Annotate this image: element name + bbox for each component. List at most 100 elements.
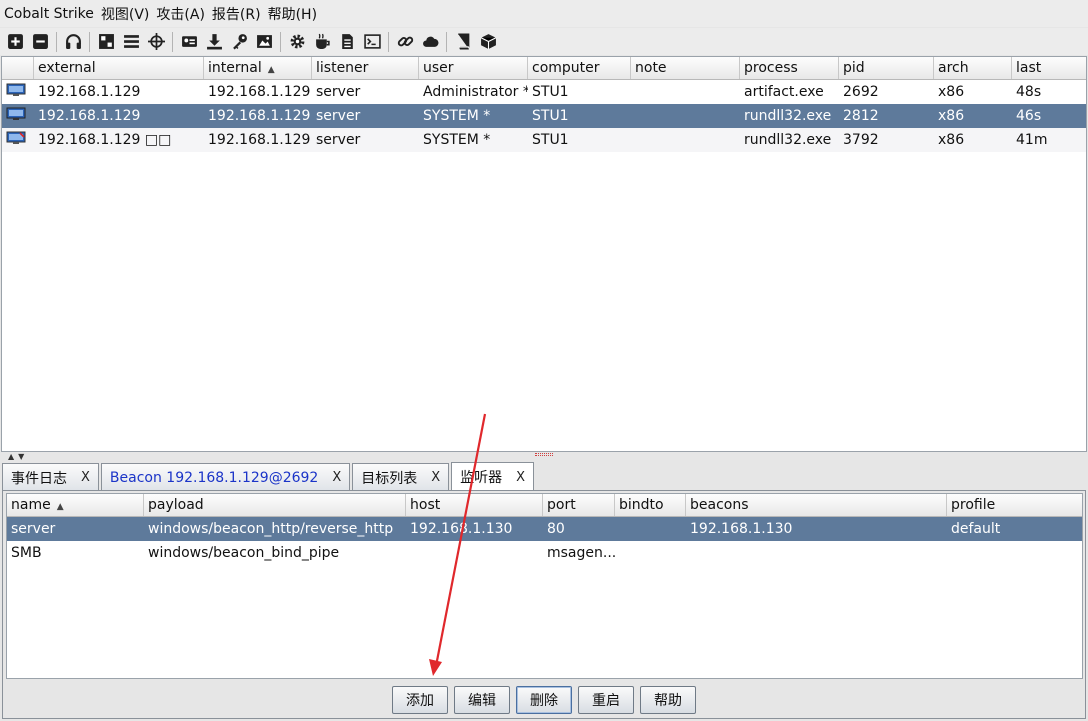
tab-label: Beacon 192.168.1.129@2692 bbox=[109, 469, 319, 486]
session-row[interactable]: 192.168.1.129 □□ 192.168.1.129 server SY… bbox=[2, 128, 1086, 152]
tab-event-log[interactable]: 事件日志 X bbox=[2, 463, 99, 491]
cell-port: 80 bbox=[547, 521, 565, 537]
document-icon[interactable] bbox=[336, 30, 358, 54]
cell-computer: STU1 bbox=[532, 108, 569, 124]
toolbar-separator bbox=[56, 31, 57, 52]
cell-user: SYSTEM * bbox=[423, 132, 491, 148]
edit-button[interactable]: 编辑 bbox=[454, 686, 510, 714]
cell-external: 192.168.1.129 □□ bbox=[38, 132, 172, 148]
tab-bar: 事件日志 X Beacon 192.168.1.129@2692 X 目标列表 … bbox=[2, 462, 536, 491]
remove-icon[interactable] bbox=[29, 30, 51, 54]
console-icon[interactable] bbox=[361, 30, 383, 54]
listeners-header: name ▲ payload host port bindto beacons p… bbox=[7, 494, 1082, 517]
credentials-icon[interactable] bbox=[178, 30, 200, 54]
toolbar-separator bbox=[172, 31, 173, 52]
column-header-profile[interactable]: profile bbox=[947, 494, 1082, 516]
sort-ascending-icon: ▲ bbox=[56, 502, 64, 512]
cell-last: 48s bbox=[1016, 84, 1042, 100]
listeners-panel: name ▲ payload host port bindto beacons p… bbox=[2, 490, 1086, 719]
beacon-monitor-icon bbox=[2, 83, 34, 101]
pivot-graph-icon[interactable] bbox=[95, 30, 117, 54]
tab-listeners[interactable]: 监听器 X bbox=[451, 462, 535, 491]
column-header-host[interactable]: host bbox=[406, 494, 543, 516]
book-icon[interactable] bbox=[452, 30, 474, 54]
session-row[interactable]: 192.168.1.129 192.168.1.129 server Admin… bbox=[2, 80, 1086, 104]
toolbar-separator bbox=[280, 31, 281, 52]
menu-report[interactable]: 报告(R) bbox=[212, 4, 261, 24]
session-list-icon[interactable] bbox=[120, 30, 142, 54]
column-header-process[interactable]: process bbox=[740, 57, 839, 79]
tab-close-button[interactable]: X bbox=[81, 470, 90, 485]
menu-attack[interactable]: 攻击(A) bbox=[156, 4, 205, 24]
menu-view[interactable]: 视图(V) bbox=[101, 4, 150, 24]
column-header-user[interactable]: user bbox=[419, 57, 528, 79]
column-header-note[interactable]: note bbox=[631, 57, 740, 79]
cloud-icon[interactable] bbox=[419, 30, 441, 54]
cell-port: msagen... bbox=[547, 545, 615, 561]
tab-label: 目标列表 bbox=[361, 470, 418, 487]
cell-arch: x86 bbox=[938, 84, 965, 100]
tab-label: 事件日志 bbox=[11, 470, 67, 487]
key-icon[interactable] bbox=[228, 30, 250, 54]
screenshot-icon[interactable] bbox=[253, 30, 275, 54]
column-header-computer[interactable]: computer bbox=[528, 57, 631, 79]
add-button[interactable]: 添加 bbox=[392, 686, 448, 714]
cell-arch: x86 bbox=[938, 108, 965, 124]
column-header-port[interactable]: port bbox=[543, 494, 615, 516]
link-icon[interactable] bbox=[394, 30, 416, 54]
cell-internal: 192.168.1.129 bbox=[208, 132, 311, 148]
cube-icon[interactable] bbox=[477, 30, 499, 54]
toolbar-separator bbox=[89, 31, 90, 52]
beacon-monitor-icon bbox=[2, 131, 34, 149]
column-header-bindto[interactable]: bindto bbox=[615, 494, 686, 516]
menu-app-cobalt-strike[interactable]: Cobalt Strike bbox=[4, 6, 94, 22]
cell-host: 192.168.1.130 bbox=[410, 521, 513, 537]
column-header-name[interactable]: name ▲ bbox=[7, 494, 144, 516]
column-header-beacons[interactable]: beacons bbox=[686, 494, 947, 516]
column-header-pid[interactable]: pid bbox=[839, 57, 934, 79]
tab-close-button[interactable]: X bbox=[516, 470, 525, 485]
column-header-external[interactable]: external bbox=[34, 57, 204, 79]
listener-row-selected[interactable]: server windows/beacon_http/reverse_http … bbox=[7, 517, 1082, 541]
splitter-arrows-icon[interactable]: ▲▼ bbox=[8, 452, 28, 461]
panel-splitter[interactable]: ▲▼ bbox=[0, 452, 1088, 462]
tab-close-button[interactable]: X bbox=[431, 470, 440, 485]
cell-payload: windows/beacon_http/reverse_http bbox=[148, 521, 394, 537]
delete-button[interactable]: 删除 bbox=[516, 686, 572, 714]
listener-button-bar: 添加 编辑 删除 重启 帮助 bbox=[3, 682, 1085, 718]
listener-row[interactable]: SMB windows/beacon_bind_pipe msagen... bbox=[7, 541, 1082, 565]
icon-column-header[interactable] bbox=[2, 57, 34, 79]
cell-external: 192.168.1.129 bbox=[38, 108, 141, 124]
gear-icon[interactable] bbox=[286, 30, 308, 54]
cell-listener: server bbox=[316, 132, 361, 148]
download-icon[interactable] bbox=[203, 30, 225, 54]
help-button[interactable]: 帮助 bbox=[640, 686, 696, 714]
column-header-payload[interactable]: payload bbox=[144, 494, 406, 516]
listeners-table: name ▲ payload host port bindto beacons p… bbox=[6, 493, 1083, 679]
cell-computer: STU1 bbox=[532, 132, 569, 148]
tab-beacon[interactable]: Beacon 192.168.1.129@2692 X bbox=[100, 463, 351, 491]
menu-help[interactable]: 帮助(H) bbox=[268, 4, 317, 24]
cell-external: 192.168.1.129 bbox=[38, 84, 141, 100]
cell-internal: 192.168.1.129 bbox=[208, 108, 311, 124]
splitter-grip[interactable] bbox=[535, 453, 553, 456]
cell-listener: server bbox=[316, 108, 361, 124]
coffee-icon[interactable] bbox=[311, 30, 333, 54]
tab-close-button[interactable]: X bbox=[332, 470, 341, 485]
restart-button[interactable]: 重启 bbox=[578, 686, 634, 714]
column-header-internal[interactable]: internal ▲ bbox=[204, 57, 312, 79]
toolbar bbox=[0, 28, 1088, 55]
column-header-last[interactable]: last bbox=[1012, 57, 1086, 79]
column-header-arch[interactable]: arch bbox=[934, 57, 1012, 79]
tab-label: 监听器 bbox=[460, 470, 503, 486]
session-row-selected[interactable]: 192.168.1.129 192.168.1.129 server SYSTE… bbox=[2, 104, 1086, 128]
tab-targets[interactable]: 目标列表 X bbox=[352, 463, 450, 491]
menu-bar: Cobalt Strike 视图(V) 攻击(A) 报告(R) 帮助(H) bbox=[0, 0, 1088, 27]
cell-process: rundll32.exe bbox=[744, 108, 832, 124]
column-header-listener[interactable]: listener bbox=[312, 57, 419, 79]
headphones-icon[interactable] bbox=[62, 30, 84, 54]
target-crosshair-icon[interactable] bbox=[145, 30, 167, 54]
add-icon[interactable] bbox=[4, 30, 26, 54]
cell-listener: server bbox=[316, 84, 361, 100]
cobalt-strike-window: Cobalt Strike 视图(V) 攻击(A) 报告(R) 帮助(H) ex… bbox=[0, 0, 1088, 721]
